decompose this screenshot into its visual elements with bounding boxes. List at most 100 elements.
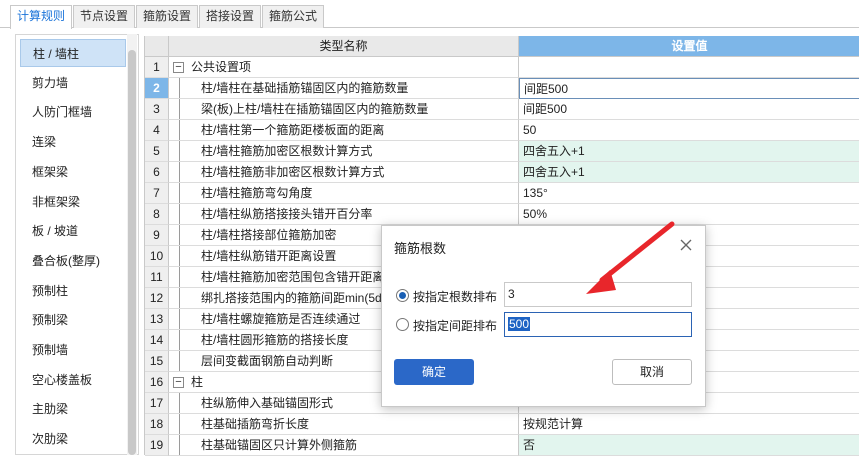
radio-by-spacing[interactable] (396, 318, 409, 331)
rule-tabs: 计算规则 节点设置 箍筋设置 搭接设置 箍筋公式 (0, 0, 859, 29)
tab-2[interactable]: 箍筋设置 (136, 5, 198, 28)
tree-line (179, 204, 180, 224)
tree-line (179, 309, 180, 329)
radio-by-count[interactable] (396, 289, 409, 302)
cancel-button[interactable]: 取消 (612, 359, 692, 385)
table-row[interactable]: 18 柱基础插筋弯折长度 按规范计算 (145, 414, 859, 435)
row-setting-value[interactable]: 间距500 (519, 78, 859, 99)
item-label: 柱/墙柱在基础插筋锚固区内的箍筋数量 (201, 81, 409, 95)
item-label: 梁(板)上柱/墙柱在插筋锚固区内的箍筋数量 (201, 102, 429, 116)
row-setting-value[interactable]: 按规范计算 (519, 414, 859, 435)
row-number: 4 (145, 120, 169, 141)
tree-line (179, 351, 180, 371)
table-row[interactable]: 3 梁(板)上柱/墙柱在插筋锚固区内的箍筋数量 间距500 (145, 99, 859, 120)
table-row[interactable]: 5 柱/墙柱箍筋加密区根数计算方式 四舍五入+1 (145, 141, 859, 162)
item-label: 绑扎搭接范围内的箍筋间距min(5d (201, 291, 382, 305)
item-label: 柱/墙柱纵筋错开距离设置 (201, 249, 337, 263)
sidebar-item[interactable]: 预制梁 (20, 306, 126, 334)
sidebar-item[interactable]: 人防门框墙 (20, 98, 126, 126)
sidebar-item[interactable]: 柱 / 墙柱 (20, 39, 126, 67)
item-label: 柱/墙柱箍筋弯勾角度 (201, 186, 313, 200)
row-setting-value[interactable]: 50% (519, 204, 859, 225)
sidebar-item[interactable]: 叠合板(整厚) (20, 247, 126, 275)
table-row[interactable]: 2 柱/墙柱在基础插筋锚固区内的箍筋数量 间距500 (145, 78, 859, 99)
sidebar-item[interactable]: 次肋梁 (20, 425, 126, 453)
sidebar-item[interactable]: 板 / 坡道 (20, 217, 126, 245)
row-number: 17 (145, 393, 169, 414)
tree-line (179, 414, 180, 434)
tab-4[interactable]: 箍筋公式 (262, 5, 324, 28)
row-number: 11 (145, 267, 169, 288)
row-type-name: 柱/墙柱箍筋加密区根数计算方式 (169, 141, 519, 162)
row-setting-value[interactable]: 四舍五入+1 (519, 162, 859, 183)
row-setting-value[interactable]: 否 (519, 435, 859, 456)
table-row[interactable]: 4 柱/墙柱第一个箍筋距楼板面的距离 50 (145, 120, 859, 141)
item-label: 柱/墙柱箍筋加密区根数计算方式 (201, 144, 373, 158)
row-number: 16 (145, 372, 169, 393)
row-type-name: 柱/墙柱箍筋弯勾角度 (169, 183, 519, 204)
collapse-icon[interactable]: − (173, 377, 184, 388)
tree-line (179, 246, 180, 266)
table-row[interactable]: 7 柱/墙柱箍筋弯勾角度 135° (145, 183, 859, 204)
table-row[interactable]: 8 柱/墙柱纵筋搭接接头错开百分率 50% (145, 204, 859, 225)
header-setting-value: 设置值 (519, 36, 859, 57)
row-setting-value[interactable]: 50 (519, 120, 859, 141)
tree-line (179, 183, 180, 203)
item-label: 柱纵筋伸入基础锚固形式 (201, 396, 334, 410)
radio-by-spacing-label: 按指定间距排布 (413, 319, 498, 333)
sidebar-item[interactable]: 剪力墙 (20, 69, 126, 97)
sidebar-item[interactable]: 空心楼盖板 (20, 366, 126, 394)
header-row-number (145, 36, 169, 57)
row-setting-value[interactable]: 间距500 (519, 99, 859, 120)
row-number: 9 (145, 225, 169, 246)
spacing-input-selected-text: 500 (508, 317, 531, 331)
item-label: 柱/墙柱第一个箍筋距楼板面的距离 (201, 123, 385, 137)
item-label: 柱/墙柱圆形箍筋的搭接长度 (201, 333, 349, 347)
item-label: 柱/墙柱螺旋箍筋是否连续通过 (201, 312, 361, 326)
tab-3[interactable]: 搭接设置 (199, 5, 261, 28)
sidebar-item[interactable]: 主肋梁 (20, 395, 126, 423)
table-row[interactable]: 1− 公共设置项 (145, 57, 859, 78)
table-row[interactable]: 6 柱/墙柱箍筋非加密区根数计算方式 四舍五入+1 (145, 162, 859, 183)
tree-line (179, 393, 180, 413)
tab-0[interactable]: 计算规则 (10, 5, 72, 29)
red-arrow-annotation (586, 221, 675, 294)
item-label: 柱基础插筋弯折长度 (201, 417, 310, 431)
tree-line (179, 162, 180, 182)
row-number: 15 (145, 351, 169, 372)
sidebar-item[interactable]: 连梁 (20, 128, 126, 156)
group-label: 柱 (191, 375, 204, 389)
row-type-name: 柱/墙柱在基础插筋锚固区内的箍筋数量 (169, 78, 519, 99)
spacing-input[interactable]: 500 (504, 312, 692, 337)
header-type-name: 类型名称 (169, 36, 519, 57)
sidebar-item[interactable]: 框架梁 (20, 158, 126, 186)
tree-line (179, 330, 180, 350)
row-number: 2 (145, 78, 169, 99)
collapse-icon[interactable]: − (173, 62, 184, 73)
tree-line (179, 267, 180, 287)
item-label: 柱/墙柱箍筋非加密区根数计算方式 (201, 165, 385, 179)
sidebar-scroll-thumb[interactable] (128, 50, 136, 455)
row-type-name: 柱/墙柱第一个箍筋距楼板面的距离 (169, 120, 519, 141)
row-number: 1 (145, 57, 169, 78)
tree-line (179, 99, 180, 119)
sidebar-item[interactable]: 非框架梁 (20, 188, 126, 216)
tab-1[interactable]: 节点设置 (73, 5, 135, 28)
tree-line (179, 141, 180, 161)
row-number: 5 (145, 141, 169, 162)
tree-line (179, 120, 180, 140)
row-number: 13 (145, 309, 169, 330)
row-number: 7 (145, 183, 169, 204)
row-type-name: 柱基础插筋弯折长度 (169, 414, 519, 435)
sidebar-item[interactable]: 预制柱 (20, 277, 126, 305)
row-type-name: 柱/墙柱箍筋非加密区根数计算方式 (169, 162, 519, 183)
sidebar-item[interactable]: 预制墙 (20, 336, 126, 364)
ok-button[interactable]: 确定 (394, 359, 474, 385)
table-row[interactable]: 19 柱基础锚固区只计算外侧箍筋 否 (145, 435, 859, 456)
row-setting-value[interactable] (519, 57, 859, 78)
row-setting-value[interactable]: 四舍五入+1 (519, 141, 859, 162)
tree-line (179, 225, 180, 245)
row-setting-value[interactable]: 135° (519, 183, 859, 204)
row-number: 19 (145, 435, 169, 456)
row-type-name: 梁(板)上柱/墙柱在插筋锚固区内的箍筋数量 (169, 99, 519, 120)
